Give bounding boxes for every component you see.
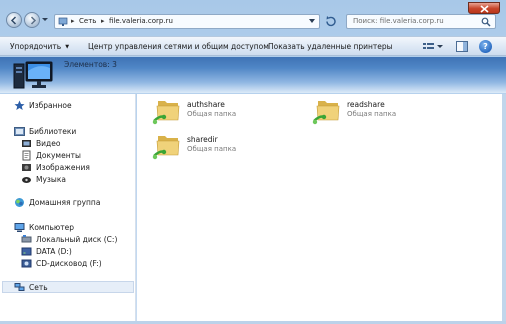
- change-view-icon[interactable]: [422, 41, 444, 53]
- hard-drive-icon: [21, 247, 32, 256]
- nav-label: Компьютер: [29, 223, 74, 232]
- item-name: sharedir: [187, 135, 218, 144]
- help-icon[interactable]: ?: [479, 40, 492, 53]
- shared-folder-icon: [152, 101, 180, 125]
- nav-label: Документы: [36, 151, 81, 160]
- close-icon: [480, 5, 489, 13]
- organize-button[interactable]: Упорядочить ▼: [10, 42, 69, 51]
- nav-label: Видео: [36, 139, 61, 148]
- file-list: [137, 94, 506, 322]
- item-count: Элементов: 3: [64, 60, 117, 69]
- computer-icon: [14, 223, 25, 232]
- breadcrumb-host[interactable]: file.valeria.corp.ru: [109, 17, 173, 25]
- search-icon[interactable]: [481, 17, 491, 27]
- nav-label: Музыка: [36, 175, 66, 184]
- search-input[interactable]: Поиск: file.valeria.corp.ru: [346, 14, 496, 29]
- nav-label: Локальный диск (C:): [36, 235, 118, 244]
- shared-folder-icon: [152, 136, 180, 160]
- nav-label: CD-дисковод (F:): [36, 259, 102, 268]
- breadcrumb-separator[interactable]: ▸: [101, 17, 105, 25]
- nav-label: Сеть: [29, 283, 48, 292]
- item-type: Общая папка: [187, 145, 237, 153]
- pictures-library-icon: [22, 164, 31, 171]
- chevron-down-icon[interactable]: [309, 19, 315, 24]
- address-bar[interactable]: ▸ Сеть ▸ file.valeria.corp.ru: [54, 14, 320, 29]
- preview-pane-icon[interactable]: [456, 41, 468, 52]
- video-library-icon: [22, 140, 31, 147]
- server-computer-icon: [13, 61, 53, 89]
- network-small-icon: [58, 17, 68, 26]
- shared-folder-sharedir[interactable]: sharedir Общая папка: [152, 132, 272, 162]
- library-icon: [14, 127, 25, 136]
- item-name: readshare: [347, 100, 385, 109]
- system-drive-icon: [21, 235, 32, 243]
- network-center-button[interactable]: Центр управления сетями и общим доступом: [88, 42, 269, 51]
- command-bar: Упорядочить ▼ Центр управления сетями и о…: [0, 36, 506, 56]
- organize-label: Упорядочить: [10, 42, 62, 51]
- item-type: Общая папка: [347, 110, 397, 118]
- chevron-down-icon: ▼: [65, 44, 70, 50]
- refresh-icon[interactable]: [324, 15, 338, 28]
- search-placeholder: Поиск: file.valeria.corp.ru: [353, 17, 444, 25]
- recent-pages-dropdown-icon[interactable]: [42, 17, 48, 23]
- documents-library-icon: [22, 150, 31, 161]
- remote-printers-button[interactable]: Показать удаленные принтеры: [268, 42, 393, 51]
- back-button[interactable]: [6, 12, 22, 28]
- close-button[interactable]: [468, 2, 500, 14]
- title-bar: ▸ Сеть ▸ file.valeria.corp.ru Поиск: fil…: [0, 0, 506, 34]
- shared-folder-icon: [312, 101, 340, 125]
- homegroup-icon: [15, 198, 24, 207]
- shared-folder-authshare[interactable]: authshare Общая папка: [152, 97, 272, 127]
- music-library-icon: [22, 177, 31, 183]
- item-type: Общая папка: [187, 110, 237, 118]
- window-border-right: [502, 94, 506, 321]
- nav-label: Домашняя группа: [29, 198, 101, 207]
- breadcrumb-network[interactable]: Сеть: [79, 17, 96, 25]
- nav-label: Избранное: [29, 101, 72, 110]
- shared-folder-readshare[interactable]: readshare Общая папка: [312, 97, 432, 127]
- star-icon: [14, 100, 25, 110]
- arrow-right-icon: [30, 16, 37, 25]
- nav-label: DATA (D:): [36, 247, 72, 256]
- arrow-left-icon: [10, 16, 17, 25]
- nav-label: Библиотеки: [29, 127, 77, 136]
- cd-drive-icon: [21, 259, 32, 268]
- nav-label: Изображения: [36, 163, 90, 172]
- network-icon: [14, 283, 25, 291]
- breadcrumb-separator[interactable]: ▸: [71, 17, 75, 25]
- forward-button[interactable]: [24, 12, 40, 28]
- item-name: authshare: [187, 100, 225, 109]
